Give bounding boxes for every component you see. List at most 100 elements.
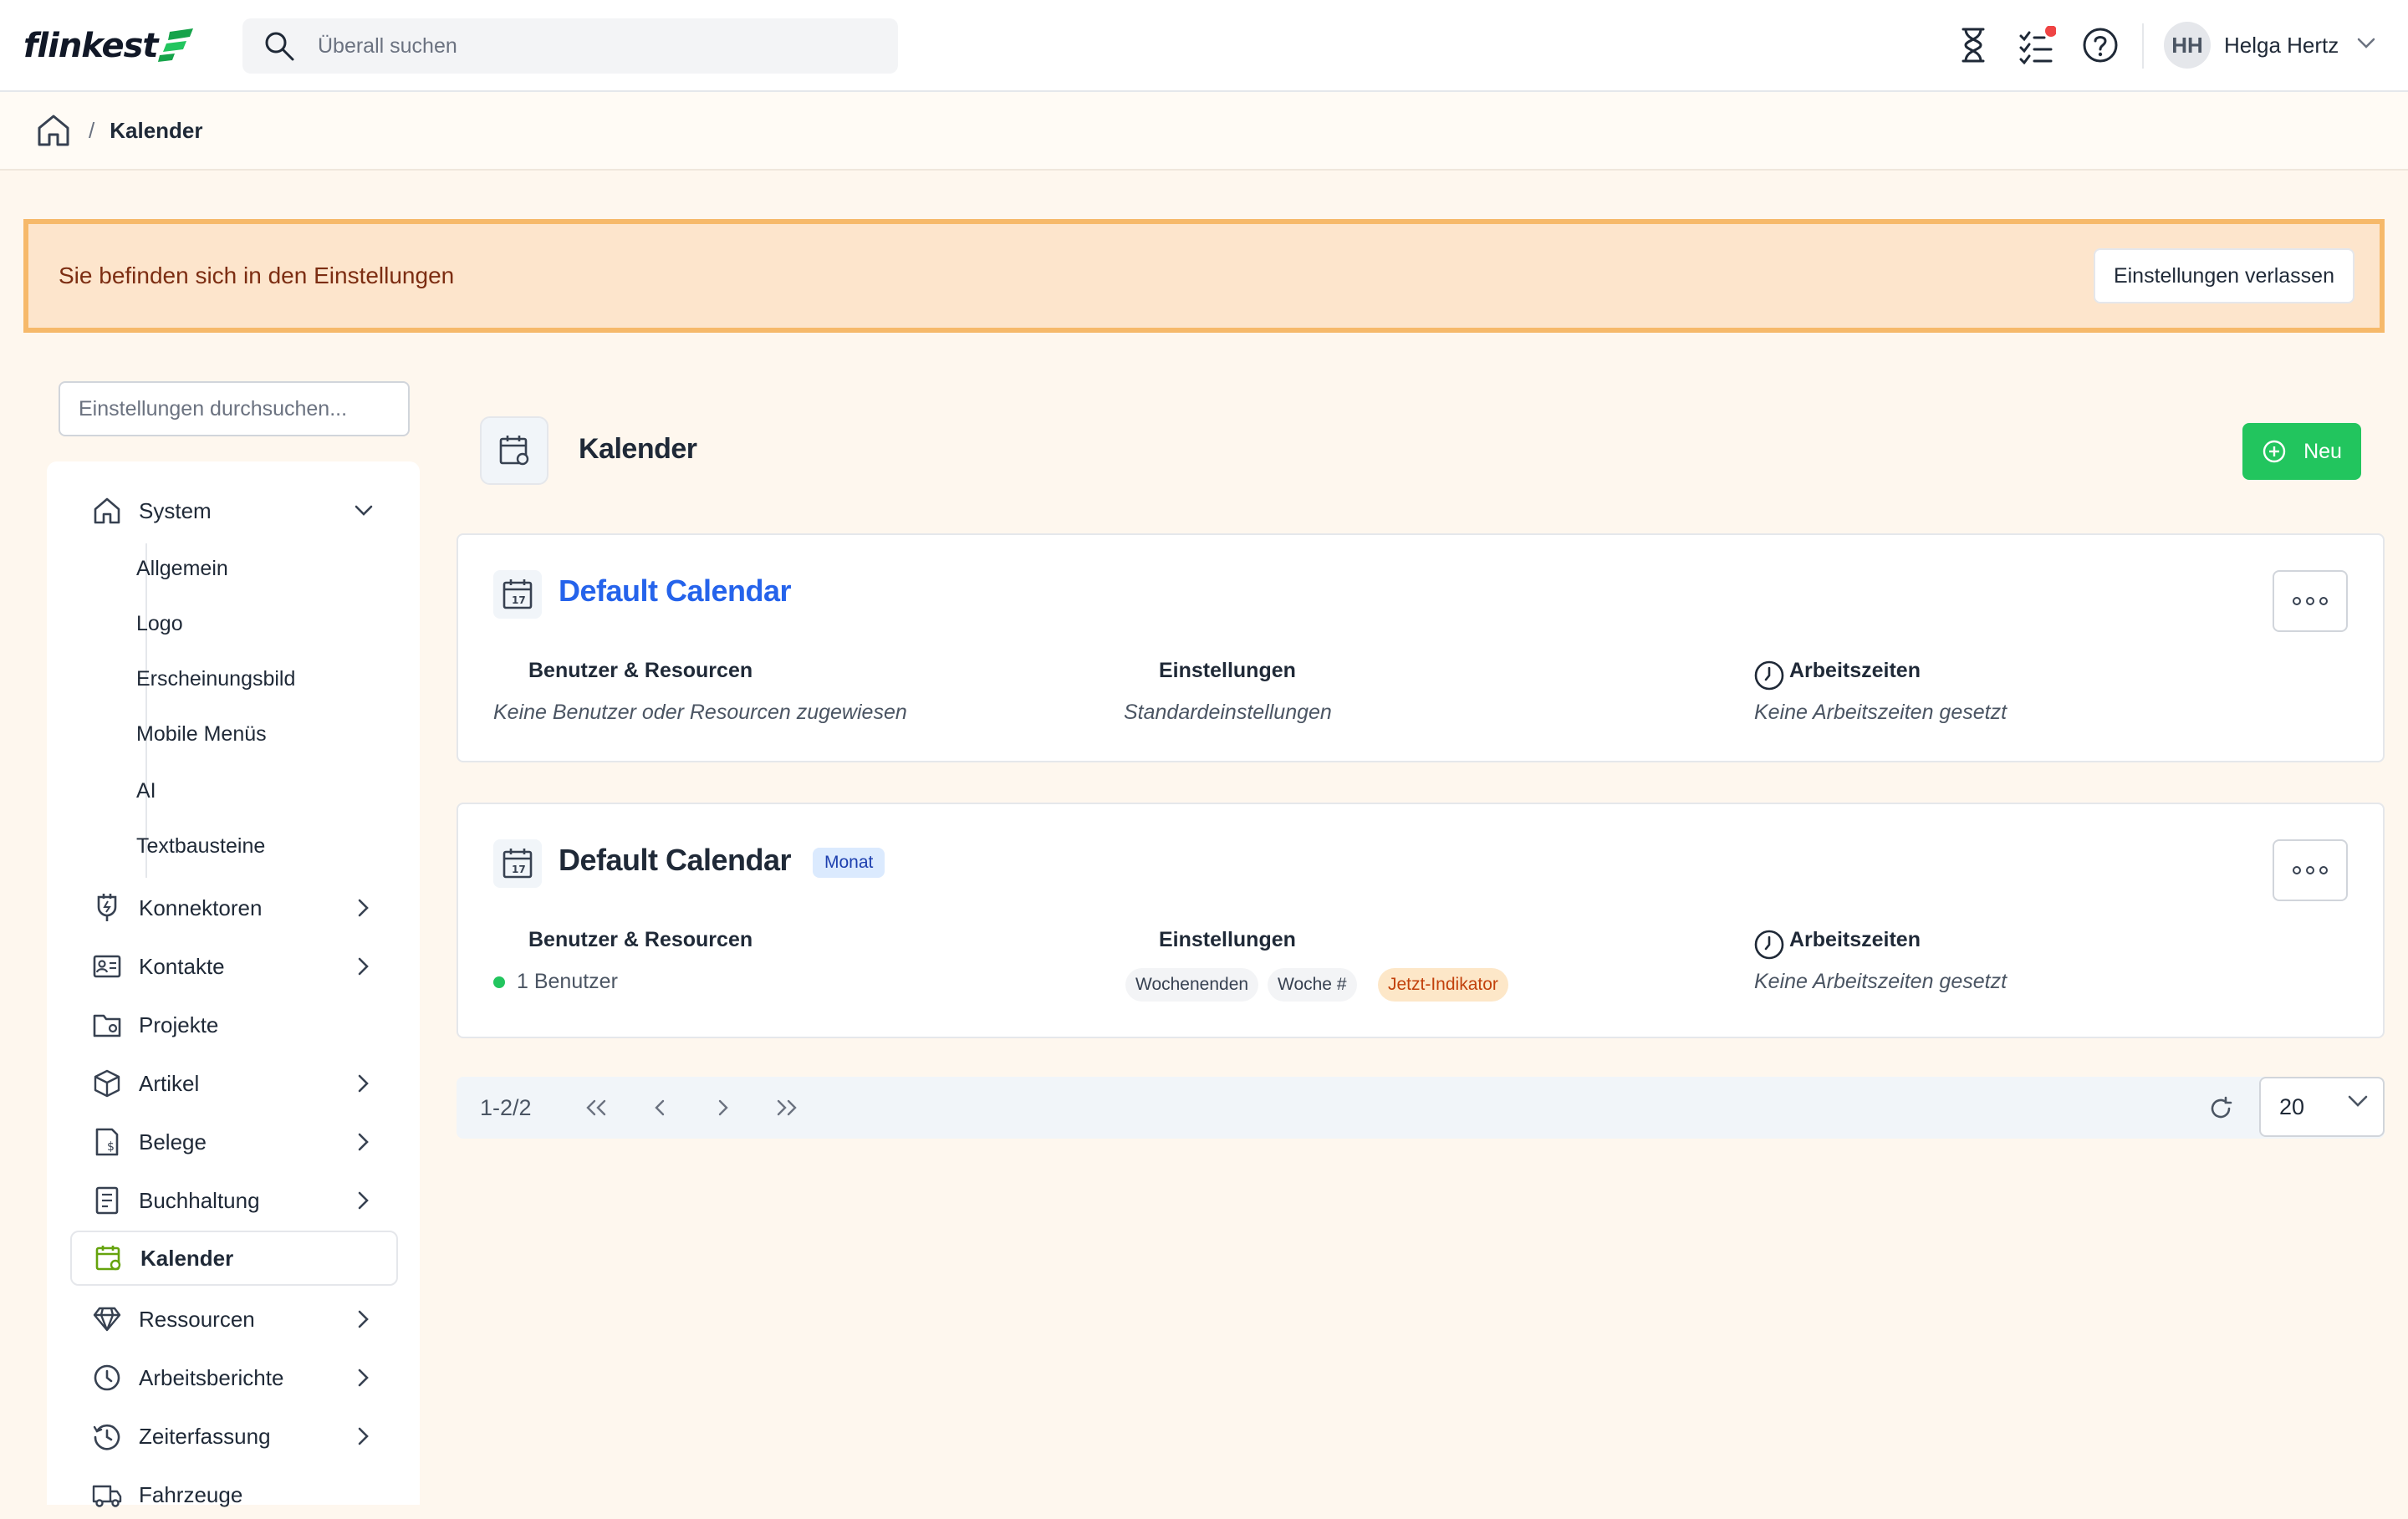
new-button-label: Neu bbox=[2303, 439, 2342, 463]
sidebar-item-label: Konnektoren bbox=[139, 895, 263, 920]
history-icon bbox=[90, 1420, 124, 1453]
user-count-value: 1 Benutzer bbox=[517, 970, 618, 993]
settings-search-input[interactable]: Einstellungen durchsuchen... bbox=[59, 381, 410, 436]
more-icon bbox=[2293, 866, 2301, 874]
box-icon bbox=[90, 1067, 124, 1100]
banner-text: Sie befinden sich in den Einstellungen bbox=[59, 263, 455, 288]
sidebar-item-belege[interactable]: $ Belege bbox=[70, 1118, 396, 1166]
sidebar-item-label: Buchhaltung bbox=[139, 1187, 260, 1213]
calendar-settings-icon bbox=[92, 1241, 125, 1275]
receipt-icon: $ bbox=[90, 1125, 124, 1159]
pagination-range: 1-2/2 bbox=[480, 1095, 532, 1120]
sidebar-item-projekte[interactable]: Projekte bbox=[70, 1001, 396, 1049]
view-mode-badge: Monat bbox=[813, 848, 885, 878]
global-search-input[interactable]: Überall suchen bbox=[242, 18, 898, 74]
diamond-icon bbox=[90, 1302, 124, 1336]
last-page-button[interactable] bbox=[769, 1090, 804, 1125]
settings-search-placeholder: Einstellungen durchsuchen... bbox=[79, 396, 348, 421]
logo-swoosh-icon bbox=[157, 28, 193, 62]
sidebar-subitem-erscheinungsbild[interactable]: Erscheinungsbild bbox=[136, 667, 295, 691]
user-count: 1 Benutzer bbox=[493, 970, 618, 994]
sidebar-item-kontakte[interactable]: Kontakte bbox=[70, 942, 396, 991]
calendar-name[interactable]: Default Calendar bbox=[559, 843, 792, 878]
home-icon[interactable] bbox=[33, 110, 74, 150]
sidebar-item-zeiterfassung[interactable]: Zeiterfassung bbox=[70, 1412, 396, 1460]
calendar-name-link[interactable]: Default Calendar bbox=[559, 573, 792, 609]
users-resources-value: Keine Benutzer oder Resourcen zugewiesen bbox=[493, 701, 907, 724]
home-icon bbox=[90, 494, 124, 528]
chevron-right-icon bbox=[351, 895, 376, 920]
chevron-right-icon bbox=[351, 1424, 376, 1449]
top-bar: flinkest Überall suchen HH Helga Hertz bbox=[0, 0, 2408, 92]
calendar-card: 17 Default Calendar Benutzer & Resourcen… bbox=[457, 533, 2385, 762]
refresh-button[interactable] bbox=[2204, 1092, 2237, 1125]
sidebar-item-konnektoren[interactable]: Konnektoren bbox=[70, 884, 396, 932]
tasks-icon[interactable] bbox=[2017, 25, 2057, 65]
sidebar-item-system[interactable]: System bbox=[70, 487, 396, 535]
sidebar-item-label: Artikel bbox=[139, 1070, 200, 1096]
submenu-guide-line bbox=[145, 543, 147, 878]
svg-text:17: 17 bbox=[512, 864, 526, 875]
user-name: Helga Hertz bbox=[2224, 32, 2339, 58]
sidebar-item-fahrzeuge[interactable]: Fahrzeuge bbox=[70, 1471, 396, 1519]
global-search-placeholder: Überall suchen bbox=[318, 33, 457, 58]
sidebar-item-buchhaltung[interactable]: Buchhaltung bbox=[70, 1176, 396, 1225]
chevron-right-icon bbox=[351, 1129, 376, 1155]
app-logo[interactable]: flinkest bbox=[23, 25, 195, 67]
settings-value: Standardeinstellungen bbox=[1124, 701, 1332, 724]
chevron-right-icon bbox=[351, 1307, 376, 1332]
search-icon bbox=[261, 28, 298, 64]
sidebar-item-kalender[interactable]: Kalender bbox=[70, 1231, 398, 1286]
next-page-button[interactable] bbox=[706, 1090, 741, 1125]
more-options-button[interactable] bbox=[2273, 839, 2348, 901]
new-calendar-button[interactable]: Neu bbox=[2242, 423, 2361, 480]
more-options-button[interactable] bbox=[2273, 570, 2348, 632]
breadcrumb: / Kalender bbox=[0, 92, 2408, 171]
chevron-right-icon bbox=[351, 1188, 376, 1213]
sidebar-subitem-mobile-menus[interactable]: Mobile Menüs bbox=[136, 722, 267, 747]
svg-text:17: 17 bbox=[512, 594, 526, 606]
breadcrumb-current: Kalender bbox=[110, 117, 203, 143]
chevrons-right-icon bbox=[777, 1099, 797, 1116]
more-icon bbox=[2293, 597, 2301, 605]
exit-settings-button[interactable]: Einstellungen verlassen bbox=[2093, 248, 2354, 303]
sidebar-subitem-logo[interactable]: Logo bbox=[136, 612, 183, 636]
page-title: Kalender bbox=[579, 433, 697, 465]
working-hours-label: Arbeitszeiten bbox=[1789, 659, 1921, 682]
chevron-down-icon bbox=[2357, 38, 2375, 54]
sidebar-item-arbeitsberichte[interactable]: Arbeitsberichte bbox=[70, 1353, 396, 1402]
sidebar-item-artikel[interactable]: Artikel bbox=[70, 1059, 396, 1108]
sidebar-item-label: Belege bbox=[139, 1129, 207, 1155]
refresh-icon bbox=[2211, 1096, 2232, 1119]
help-icon[interactable] bbox=[2080, 25, 2120, 65]
sidebar-item-label: Ressourcen bbox=[139, 1306, 255, 1332]
clock-icon bbox=[1754, 660, 1784, 691]
pagination-bar: 1-2/2 20 bbox=[457, 1077, 2385, 1139]
status-dot bbox=[493, 976, 505, 988]
setting-tag-week-number: Woche # bbox=[1268, 968, 1357, 1002]
settings-sidebar: System Allgemein Logo Erscheinungsbild M… bbox=[47, 461, 420, 1507]
sidebar-subitem-allgemein[interactable]: Allgemein bbox=[136, 557, 228, 581]
previous-page-button[interactable] bbox=[642, 1090, 677, 1125]
settings-label: Einstellungen bbox=[1159, 928, 1296, 951]
avatar: HH bbox=[2164, 22, 2211, 69]
sidebar-item-label: Projekte bbox=[139, 1012, 219, 1037]
truck-icon bbox=[90, 1478, 124, 1511]
plus-circle-icon bbox=[2262, 439, 2287, 464]
chevron-right-icon bbox=[351, 1365, 376, 1390]
settings-mode-banner: Sie befinden sich in den Einstellungen E… bbox=[23, 219, 2385, 333]
chevron-left-icon bbox=[655, 1099, 665, 1116]
hourglass-icon[interactable] bbox=[1953, 25, 1993, 65]
chevron-right-icon bbox=[351, 954, 376, 979]
page-size-select[interactable]: 20 bbox=[2259, 1077, 2385, 1137]
sidebar-item-label: System bbox=[139, 497, 212, 523]
chevron-right-icon bbox=[351, 1071, 376, 1096]
project-folder-icon bbox=[90, 1008, 124, 1042]
working-hours-label: Arbeitszeiten bbox=[1789, 928, 1921, 951]
sidebar-subitem-textbausteine[interactable]: Textbausteine bbox=[136, 834, 265, 859]
chevron-down-icon bbox=[351, 498, 376, 523]
first-page-button[interactable] bbox=[579, 1090, 614, 1125]
user-menu[interactable]: HH Helga Hertz bbox=[2164, 20, 2375, 70]
sidebar-subitem-ai[interactable]: AI bbox=[136, 779, 156, 803]
sidebar-item-ressourcen[interactable]: Ressourcen bbox=[70, 1295, 396, 1343]
